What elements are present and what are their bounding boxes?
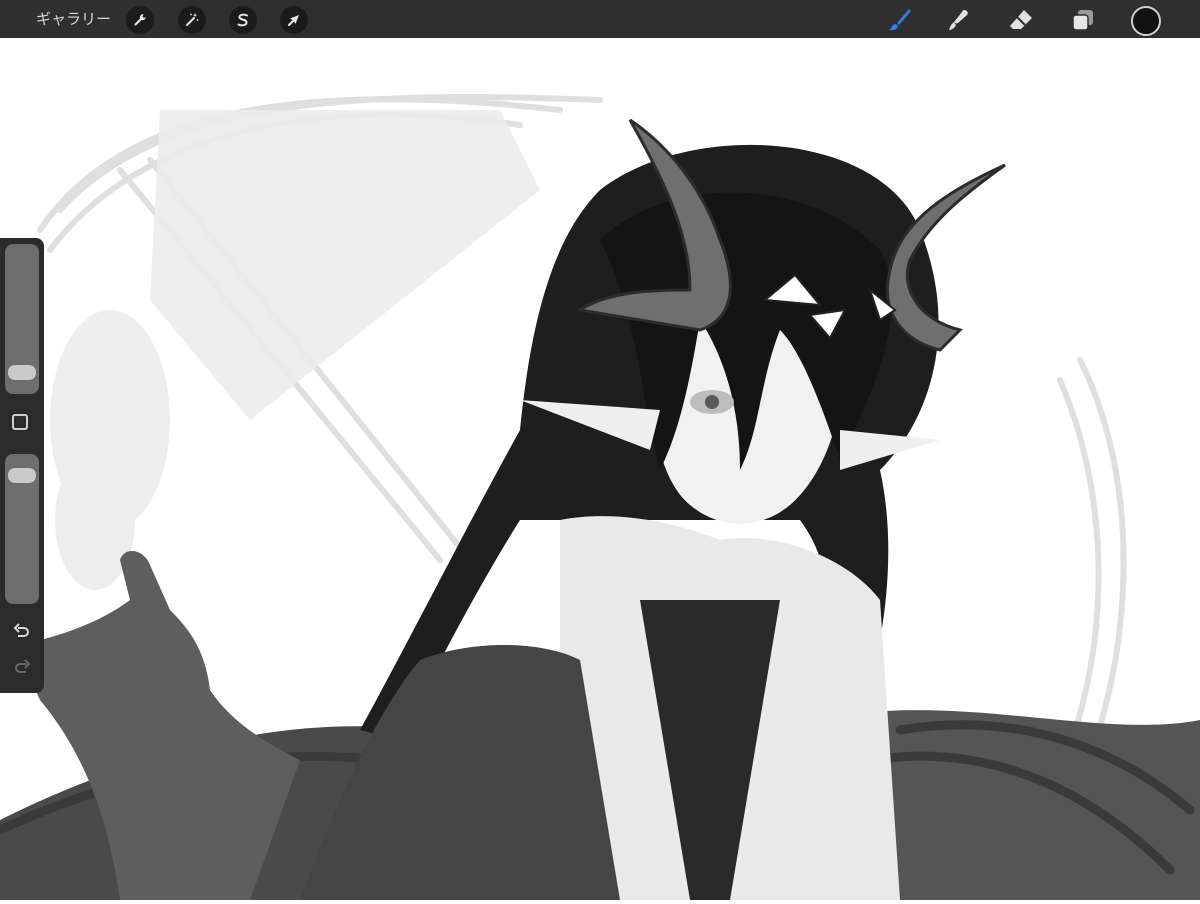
opacity-slider-handle[interactable] (8, 468, 36, 483)
transform-button[interactable] (280, 6, 308, 34)
selection-s-icon (237, 13, 248, 27)
brush-tool-button[interactable] (885, 5, 915, 35)
smudge-tool-button[interactable] (944, 5, 974, 35)
layers-button[interactable] (1068, 5, 1098, 35)
adjustments-button[interactable] (178, 6, 206, 34)
modify-square-icon[interactable] (12, 414, 28, 430)
magic-wand-icon (186, 13, 199, 26)
selection-button[interactable] (229, 6, 257, 34)
brush-size-slider[interactable] (5, 244, 39, 394)
redo-button[interactable] (10, 656, 34, 680)
eraser-tool-button[interactable] (1006, 5, 1036, 35)
brush-size-slider-handle[interactable] (8, 365, 36, 380)
eraser-icon (1010, 10, 1032, 29)
undo-button[interactable] (10, 620, 34, 644)
redo-icon (15, 659, 31, 673)
layers-icon (1072, 10, 1093, 31)
top-toolbar: ギャラリー (0, 0, 1200, 38)
wrench-icon (134, 14, 146, 26)
color-picker-button[interactable] (1131, 6, 1161, 36)
arrow-cursor-icon (288, 15, 299, 26)
drawing-canvas[interactable] (0, 38, 1200, 900)
smudge-icon (949, 10, 968, 30)
gallery-button[interactable]: ギャラリー (36, 0, 111, 38)
artwork (0, 94, 1200, 900)
side-toolbar (0, 238, 44, 693)
brush-icon (889, 9, 911, 31)
opacity-slider[interactable] (5, 454, 39, 604)
wrench-button[interactable] (126, 6, 154, 34)
undo-icon (13, 623, 29, 637)
